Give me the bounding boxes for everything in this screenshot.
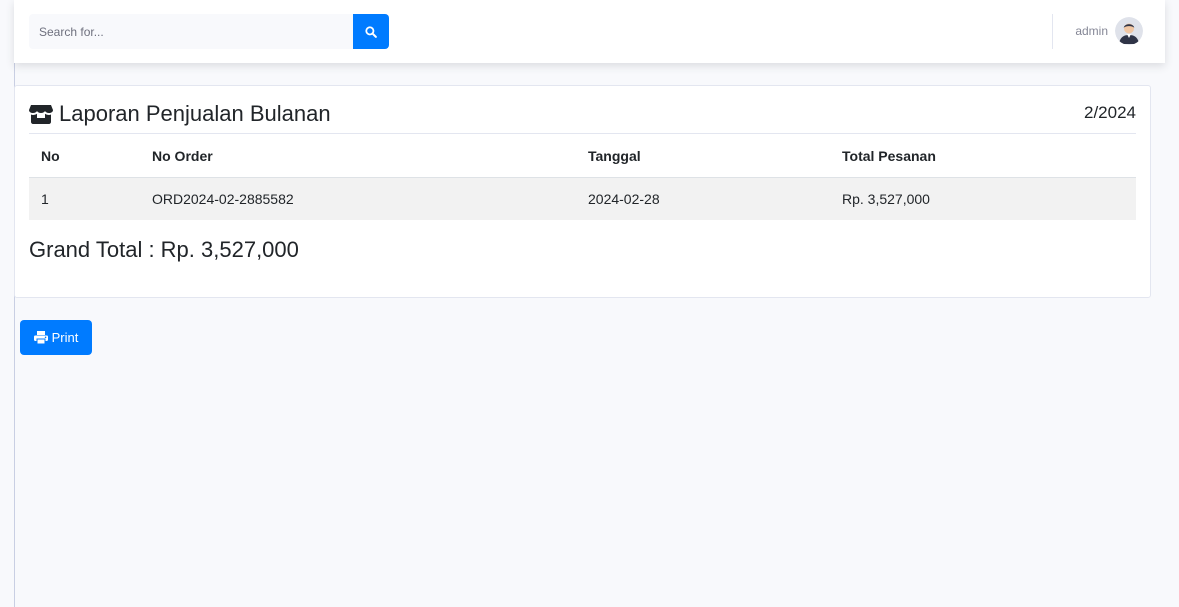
user-menu[interactable]: admin xyxy=(1075,17,1143,45)
cell-date: 2024-02-28 xyxy=(576,177,830,220)
print-button[interactable]: Print xyxy=(20,320,92,355)
printer-icon xyxy=(33,331,48,344)
topbar: admin xyxy=(14,0,1165,63)
search-button[interactable] xyxy=(353,14,389,49)
table-row: 1 ORD2024-02-2885582 2024-02-28 Rp. 3,52… xyxy=(29,177,1136,220)
avatar xyxy=(1115,17,1143,45)
report-period: 2/2024 xyxy=(1084,103,1136,122)
user-name: admin xyxy=(1075,24,1108,38)
column-header-total-pesanan: Total Pesanan xyxy=(830,134,1136,178)
cell-order: ORD2024-02-2885582 xyxy=(140,177,576,220)
grand-total: Grand Total : Rp. 3,527,000 xyxy=(29,237,299,262)
report-table: No No Order Tanggal Total Pesanan 1 ORD2… xyxy=(29,134,1136,220)
column-header-no-order: No Order xyxy=(140,134,576,178)
report-title: Laporan Penjualan Bulanan xyxy=(29,101,331,127)
report-card: Laporan Penjualan Bulanan 2/2024 No No O… xyxy=(14,85,1151,298)
cell-no: 1 xyxy=(29,177,140,220)
table-header-row: No No Order Tanggal Total Pesanan xyxy=(29,134,1136,178)
column-header-no: No xyxy=(29,134,140,178)
cell-total: Rp. 3,527,000 xyxy=(830,177,1136,220)
search-group xyxy=(29,14,389,49)
report-title-text: Laporan Penjualan Bulanan xyxy=(59,101,331,126)
search-icon xyxy=(365,25,377,38)
print-button-label: Print xyxy=(51,330,79,345)
search-input[interactable] xyxy=(29,14,353,49)
card-header: Laporan Penjualan Bulanan 2/2024 xyxy=(29,99,1136,134)
store-icon xyxy=(29,104,53,124)
topbar-divider xyxy=(1052,14,1053,49)
column-header-tanggal: Tanggal xyxy=(576,134,830,178)
